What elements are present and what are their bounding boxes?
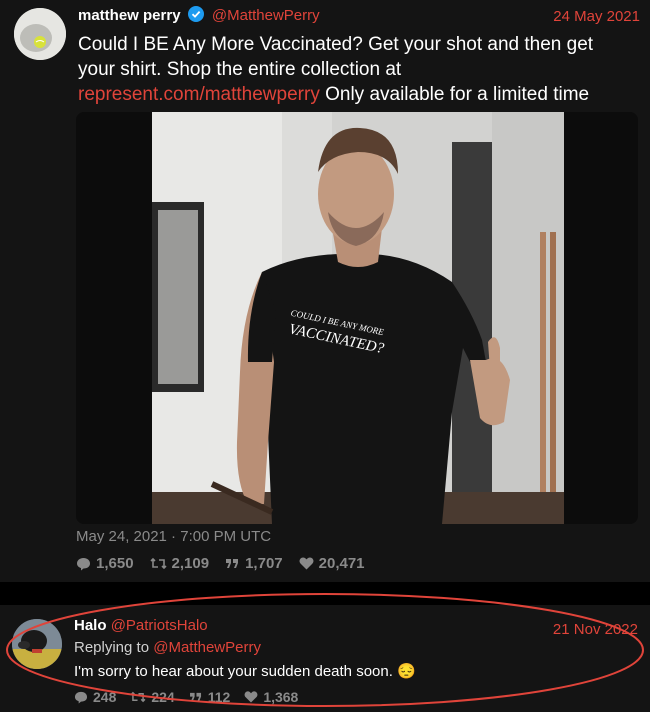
replying-to-handle[interactable]: @MatthewPerry — [153, 639, 261, 656]
retweet-count-label: 2,109 — [171, 555, 210, 572]
like-count-label: 20,471 — [318, 555, 365, 572]
reply-quote-count-label: 112 — [207, 689, 231, 705]
replying-to-prefix: Replying to — [74, 639, 154, 656]
tweet-date[interactable]: 24 May 2021 — [553, 8, 640, 25]
heart-icon — [299, 557, 314, 570]
quote-count-label: 1,707 — [245, 555, 283, 572]
original-tweet: matthew perry @MatthewPerry 24 May 2021 … — [0, 0, 650, 582]
reply-icon — [77, 557, 90, 570]
handle[interactable]: @MatthewPerry — [212, 7, 320, 24]
reply-date[interactable]: 21 Nov 2022 — [553, 621, 638, 638]
reply-icon — [74, 691, 88, 704]
quote-icon — [189, 692, 201, 701]
reply-count-label: 1,650 — [96, 555, 134, 572]
reply-quote-count[interactable]: 112 — [189, 689, 231, 705]
tweet-text-line2: your shirt. Shop the entire collection a… — [78, 59, 402, 80]
tweet-stats: 1,650 2,109 1,707 20,471 — [76, 555, 365, 572]
reply-handle[interactable]: @PatriotsHalo — [111, 617, 208, 634]
like-count[interactable]: 20,471 — [299, 555, 365, 572]
tweet-photo[interactable]: COULD I BE ANY MORE VACCINATED? — [152, 112, 564, 524]
retweet-icon — [130, 691, 146, 703]
avatar-image — [14, 8, 66, 60]
reply-like-count-label: 1,368 — [263, 689, 299, 705]
replying-to: Replying to @MatthewPerry — [74, 639, 261, 656]
reply-stats: 248 224 112 1,368 — [74, 689, 298, 705]
tweet-timestamp[interactable]: May 24, 2021 · 7:00 PM UTC — [76, 528, 271, 545]
reply-display-name[interactable]: Halo — [74, 617, 107, 634]
reply-like-count[interactable]: 1,368 — [244, 689, 298, 705]
tweet-text-tail: Only available for a limited time — [319, 84, 590, 105]
reply-avatar-image — [12, 619, 62, 669]
reply-retweet-count[interactable]: 224 — [130, 689, 175, 705]
reply-retweet-count-label: 224 — [151, 689, 175, 705]
reply-reply-count[interactable]: 248 — [74, 689, 116, 705]
reply-tweet: Halo @PatriotsHalo 21 Nov 2022 Replying … — [0, 605, 650, 712]
quote-count[interactable]: 1,707 — [225, 555, 283, 572]
reply-count[interactable]: 1,650 — [76, 555, 134, 572]
avatar[interactable] — [14, 8, 66, 60]
reply-text: I'm sorry to hear about your sudden deat… — [74, 663, 416, 680]
retweet-icon — [149, 557, 167, 570]
verified-icon — [187, 6, 204, 26]
tweet-text-line1: Could I BE Any More Vaccinated? Get your… — [78, 34, 594, 55]
tweet-link[interactable]: represent.com/matthewperry — [78, 84, 320, 105]
quote-icon — [226, 558, 239, 568]
retweet-count[interactable]: 2,109 — [149, 555, 210, 572]
reply-avatar[interactable] — [12, 619, 62, 669]
display-name[interactable]: matthew perry — [78, 7, 181, 24]
heart-icon — [244, 691, 258, 703]
tweet-text: Could I BE Any More Vaccinated? Get your… — [78, 32, 638, 107]
reply-reply-count-label: 248 — [93, 689, 117, 705]
